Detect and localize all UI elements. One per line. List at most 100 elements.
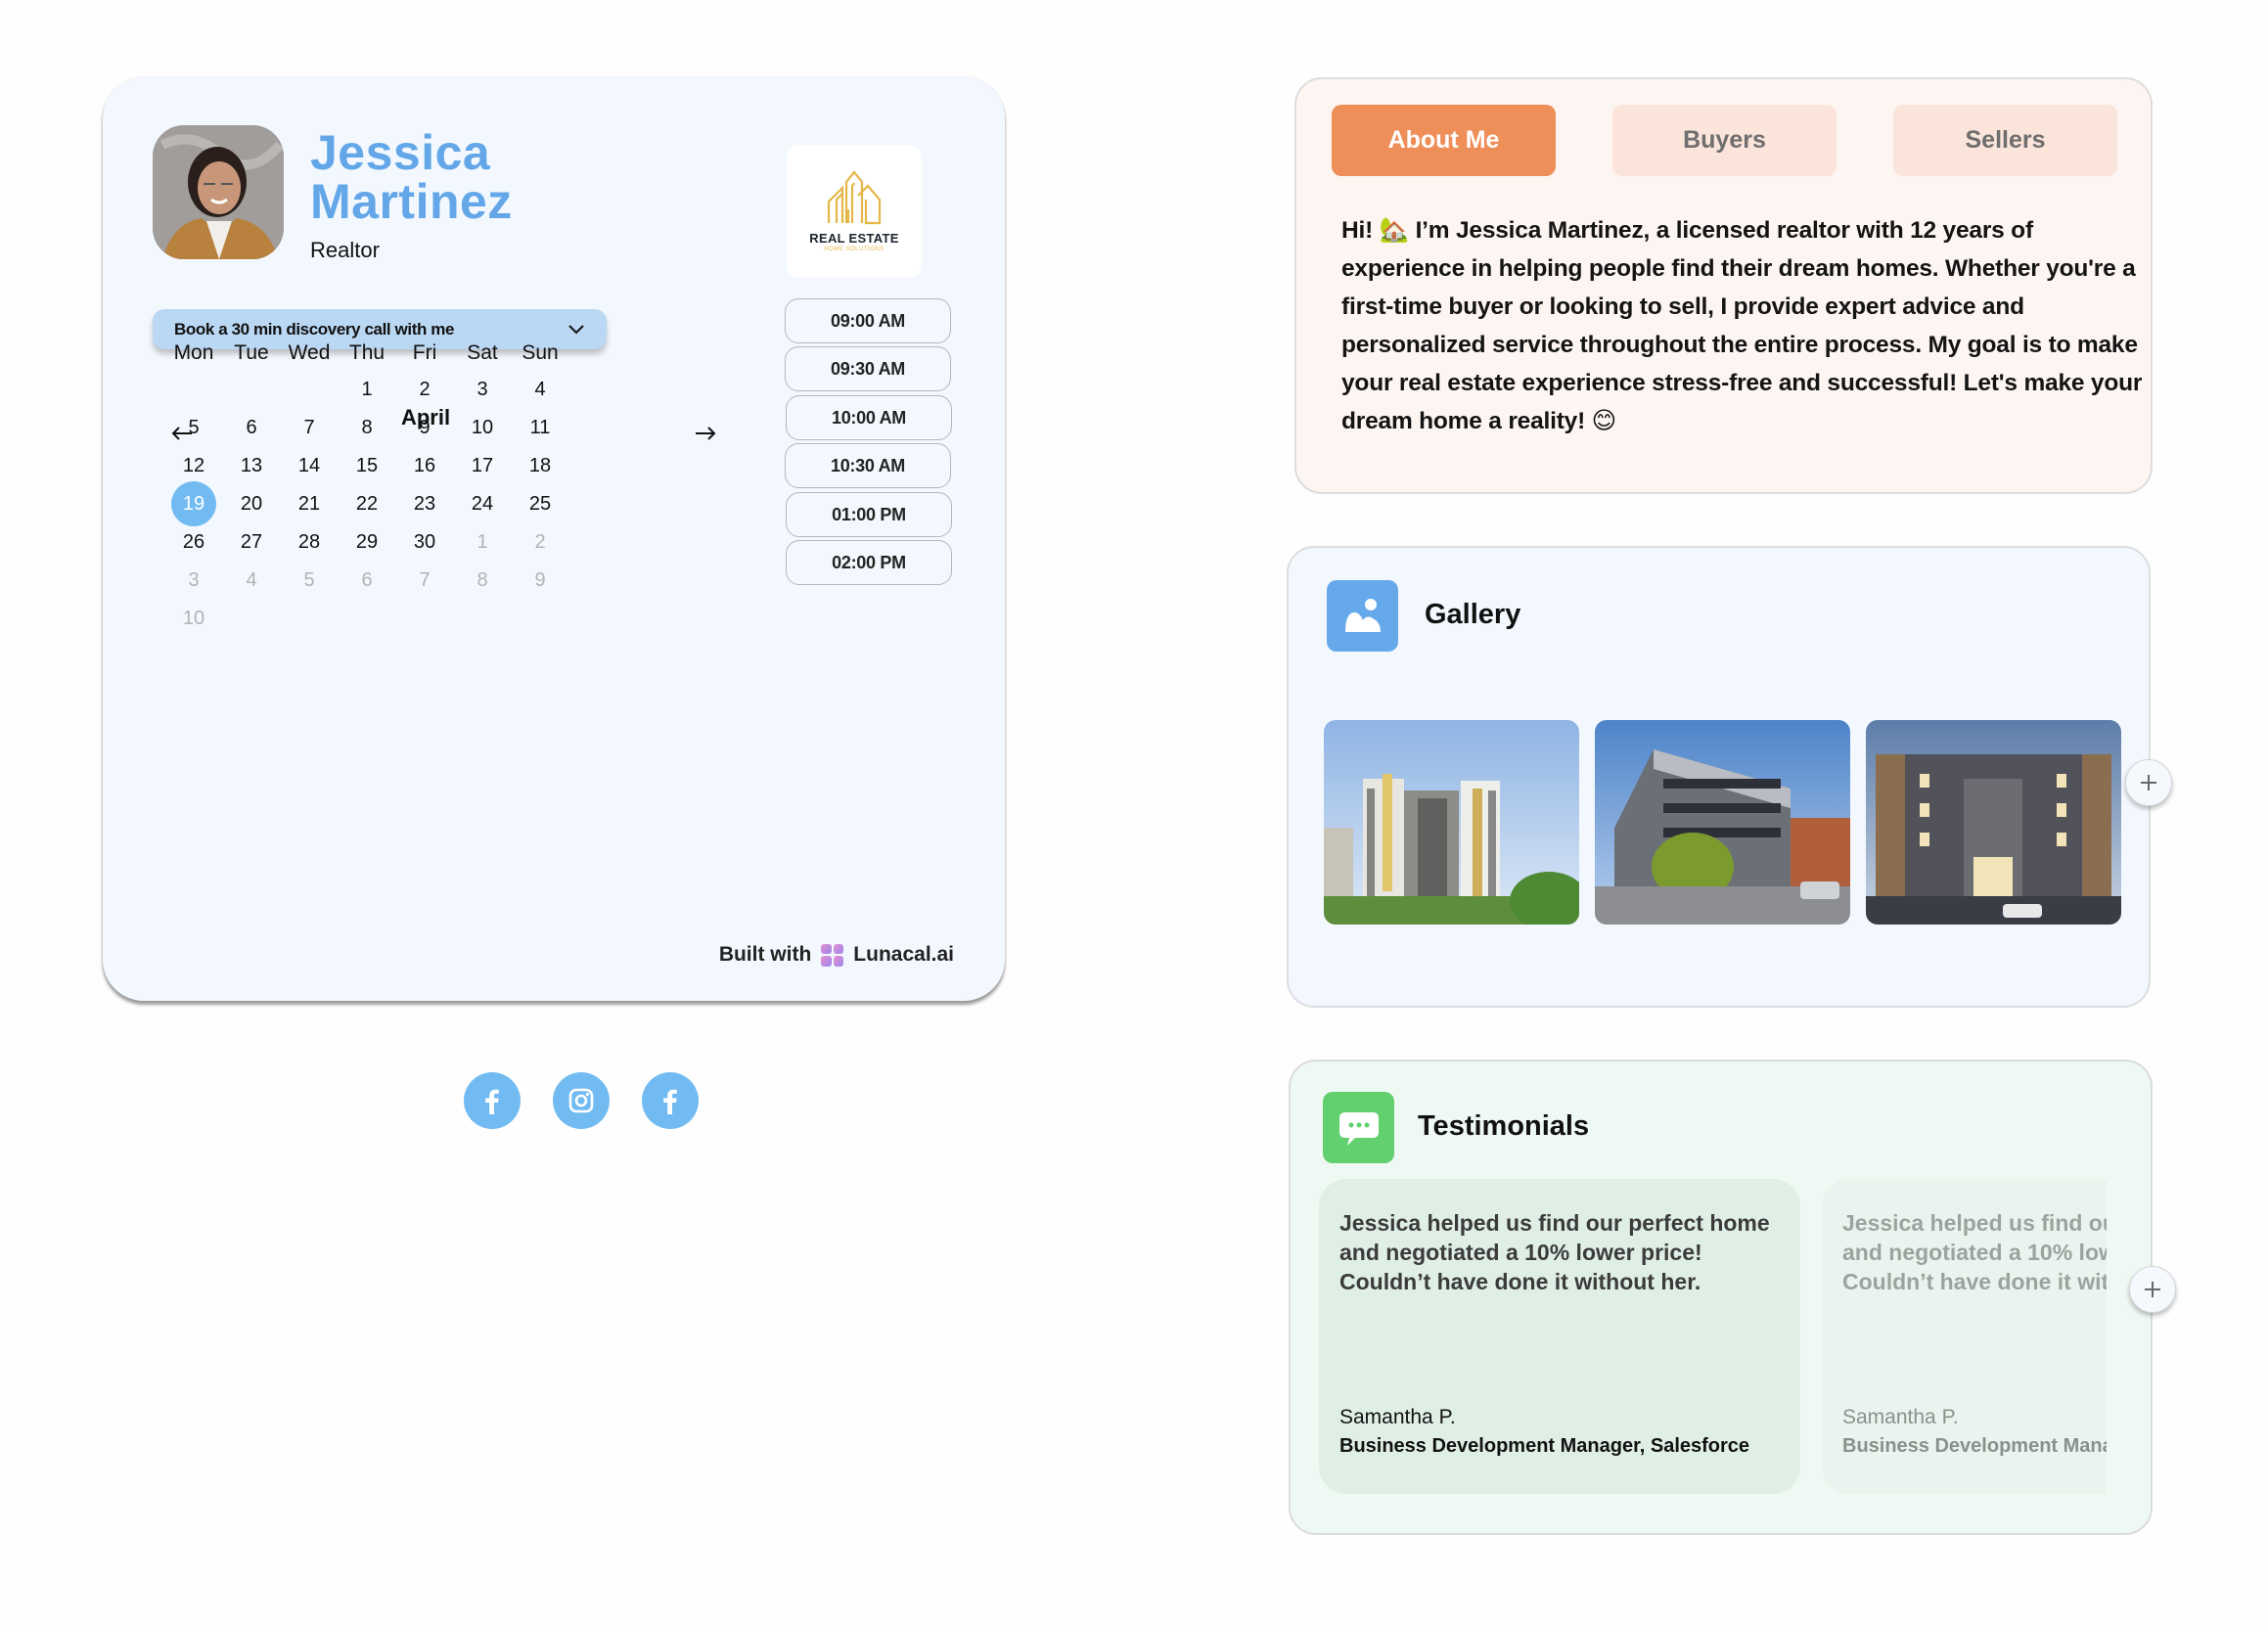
calendar-day[interactable]: 10 <box>453 406 512 449</box>
instagram-icon <box>568 1088 594 1113</box>
calendar-day-number: 18 <box>528 455 552 476</box>
calendar-day[interactable]: 2 <box>395 368 454 411</box>
calendar-day[interactable]: 9 <box>395 406 454 449</box>
calendar-day-number: 11 <box>529 417 551 438</box>
calendar-day-number: 25 <box>528 493 552 515</box>
testimonial-quote: Jessica helped us find our perfect home … <box>1842 1210 2107 1294</box>
time-slot-button[interactable]: 10:30 AM <box>785 443 951 488</box>
arrow-right-icon <box>696 427 716 440</box>
calendar-day-number: 15 <box>355 455 379 476</box>
calendar-day-number: 9 <box>419 417 431 438</box>
calendar-day-number: 20 <box>240 493 263 515</box>
calendar-day[interactable]: 13 <box>222 444 281 487</box>
calendar-day-number: 28 <box>297 531 321 553</box>
testimonial-card: Jessica helped us find our perfect home … <box>1822 1179 2107 1494</box>
calendar-day-number: 16 <box>413 455 436 476</box>
calendar-day[interactable]: 18 <box>511 444 569 487</box>
gallery-photo[interactable] <box>1866 720 2121 925</box>
calendar-day[interactable]: 22 <box>338 482 396 525</box>
testimonials-card: Testimonials Jessica helped us find our … <box>1289 1060 2176 1535</box>
calendar-day[interactable]: 26 <box>164 520 223 564</box>
avatar <box>153 125 284 259</box>
calendar-day[interactable]: 9 <box>511 559 569 602</box>
calendar-day[interactable]: 8 <box>453 559 512 602</box>
calendar-day-number: 22 <box>355 493 379 515</box>
calendar-day[interactable]: 17 <box>453 444 512 487</box>
lunacal-logo-icon <box>821 943 844 967</box>
testimonial-author-role: Business Development Manager, Salesforce <box>1842 1435 2107 1457</box>
time-slot-button[interactable]: 09:30 AM <box>785 346 951 391</box>
built-with-brand: Lunacal.ai <box>853 943 954 966</box>
calendar-day[interactable]: 1 <box>338 368 396 411</box>
calendar-day[interactable]: 6 <box>222 406 281 449</box>
calendar-day[interactable]: 2 <box>511 520 569 564</box>
calendar-day[interactable]: 15 <box>338 444 396 487</box>
instagram-link[interactable] <box>553 1072 610 1129</box>
calendar-day[interactable]: 20 <box>222 482 281 525</box>
calendar-day[interactable]: 21 <box>280 482 339 525</box>
calendar-day[interactable]: 7 <box>280 406 339 449</box>
building-photo-1 <box>1324 720 1579 925</box>
facebook-icon <box>663 1089 677 1114</box>
calendar-day-selected[interactable]: 19 <box>164 481 223 526</box>
calendar-day-number: 30 <box>413 531 436 553</box>
next-month-button[interactable] <box>691 422 720 445</box>
calendar-day[interactable]: 3 <box>453 368 512 411</box>
calendar-day[interactable]: 6 <box>338 559 396 602</box>
calendar-day[interactable]: 25 <box>511 482 569 525</box>
calendar-day[interactable]: 30 <box>395 520 454 564</box>
calendar-day[interactable]: 7 <box>395 559 454 602</box>
company-logo: REAL ESTATE HOME SOLUTIONS <box>787 145 922 278</box>
calendar-day-number: 7 <box>419 569 431 591</box>
calendar-day[interactable]: 29 <box>338 520 396 564</box>
calendar-day[interactable]: 28 <box>280 520 339 564</box>
calendar-day[interactable]: 11 <box>511 406 569 449</box>
calendar-day[interactable]: 5 <box>280 559 339 602</box>
tab-sellers[interactable]: Sellers <box>1893 105 2117 176</box>
weekday-label: Mon <box>173 341 214 364</box>
calendar-day[interactable]: 14 <box>280 444 339 487</box>
calendar-day-number: 9 <box>534 569 546 591</box>
calendar-day-number: 12 <box>182 455 205 476</box>
weekday-label: Sun <box>522 341 559 364</box>
time-slot-button[interactable]: 10:00 AM <box>786 395 952 440</box>
time-slot-button[interactable]: 09:00 AM <box>785 298 951 343</box>
profile-photo <box>153 125 284 259</box>
calendar-day[interactable]: 27 <box>222 520 281 564</box>
calendar-day[interactable]: 1 <box>453 520 512 564</box>
gallery-title: Gallery <box>1425 599 1521 630</box>
gallery-photo[interactable] <box>1595 720 1850 925</box>
tab-buyers[interactable]: Buyers <box>1612 105 1837 176</box>
calendar-day-number: 24 <box>471 493 494 515</box>
calendar-day-number: 5 <box>303 569 315 591</box>
facebook-link[interactable] <box>464 1072 521 1129</box>
facebook-link[interactable] <box>642 1072 699 1129</box>
calendar-day[interactable]: 10 <box>164 597 223 640</box>
calendar-day[interactable]: 23 <box>395 482 454 525</box>
calendar-day[interactable]: 4 <box>511 368 569 411</box>
calendar-day[interactable]: 3 <box>164 559 223 602</box>
building-logo-icon <box>827 170 882 225</box>
testimonials-add-button[interactable] <box>2129 1266 2176 1313</box>
calendar-day[interactable]: 4 <box>222 559 281 602</box>
time-slot-button[interactable]: 02:00 PM <box>786 540 952 585</box>
tab-about-me[interactable]: About Me <box>1332 105 1556 176</box>
gallery-photo[interactable] <box>1324 720 1579 925</box>
booking-card: Jessica Martinez Realtor REAL ESTATE HOM… <box>103 77 1005 1001</box>
built-with-footer[interactable]: Built with Lunacal.ai <box>719 943 954 967</box>
calendar-day-number: 8 <box>361 417 373 438</box>
calendar-day[interactable]: 16 <box>395 444 454 487</box>
weekday-label: Thu <box>348 341 386 364</box>
plus-icon <box>2141 775 2156 790</box>
about-description: Hi! 🏡 I’m Jessica Martinez, a licensed r… <box>1341 217 2143 434</box>
calendar-day[interactable]: 5 <box>164 406 223 449</box>
time-slot-button[interactable]: 01:00 PM <box>786 492 952 537</box>
gallery-card: Gallery <box>1287 546 2172 1008</box>
image-icon <box>1344 598 1381 632</box>
logo-title: REAL ESTATE <box>809 231 899 246</box>
calendar-day[interactable]: 8 <box>338 406 396 449</box>
gallery-add-button[interactable] <box>2125 759 2172 806</box>
calendar-day[interactable]: 24 <box>453 482 512 525</box>
weekday-label: Sat <box>467 341 498 364</box>
calendar-day-number: 10 <box>182 608 205 629</box>
